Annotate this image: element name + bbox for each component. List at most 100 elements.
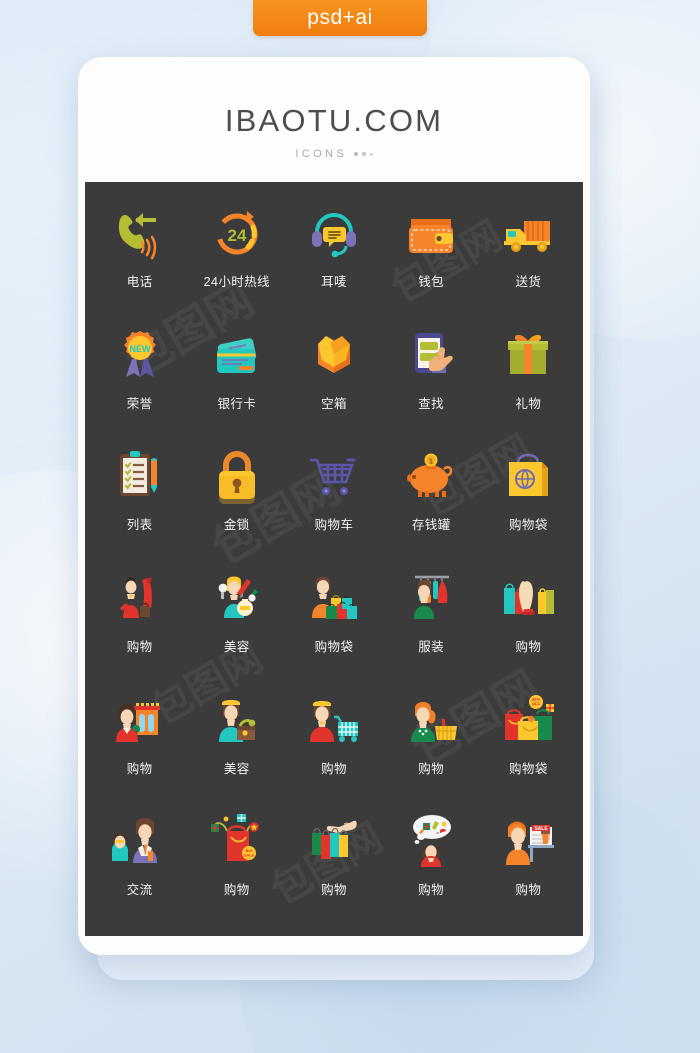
woman-many-bags-icon[interactable] <box>303 567 365 629</box>
icon-label: 购物车 <box>314 518 354 533</box>
icon-label: 查找 <box>418 396 445 411</box>
shopping-cart-icon[interactable] <box>303 445 365 507</box>
icon-label: 购物袋 <box>509 761 548 776</box>
icon-label: 购物 <box>418 761 445 776</box>
icon-label: 24小时热线 <box>203 275 270 289</box>
woman-basket-icon[interactable] <box>400 689 462 751</box>
icon-cell[interactable]: 空箱 <box>285 318 382 440</box>
icon-label: 购物 <box>515 883 542 898</box>
icon-cell[interactable]: 交流 <box>91 804 188 926</box>
icon-cell[interactable]: 购物袋 <box>480 439 577 561</box>
checklist-clipboard-icon[interactable] <box>109 445 171 507</box>
clerk-customer-icon[interactable] <box>109 810 171 872</box>
icon-cell[interactable]: 购物车 <box>285 439 382 561</box>
icon-label: 美容 <box>223 761 250 776</box>
dots-icon <box>354 152 373 156</box>
icon-label: 购物 <box>126 761 153 776</box>
gold-padlock-icon[interactable] <box>206 445 268 507</box>
tablet-search-hand-icon[interactable] <box>400 324 462 386</box>
icon-label: 购物 <box>418 883 445 898</box>
icon-cell[interactable]: 电话 <box>91 196 188 318</box>
icon-label: 购物袋 <box>314 639 354 654</box>
clothes-rack-icon[interactable] <box>400 567 462 629</box>
psd-ai-badge-label: psd+ai <box>307 6 373 29</box>
woman-trolley-icon[interactable] <box>303 689 365 751</box>
new-award-ribbon-icon[interactable]: NEW <box>109 324 171 386</box>
icon-cell[interactable]: 1 存钱罐 <box>383 439 480 561</box>
hand-holding-bags-icon[interactable] <box>303 810 365 872</box>
svg-text:24: 24 <box>227 226 246 245</box>
woman-grocery-bag-icon[interactable] <box>206 689 268 751</box>
icon-cell[interactable]: 美容 <box>188 683 285 805</box>
page-subtitle-label: ICONS <box>295 148 348 160</box>
icon-cell[interactable]: 购物 <box>91 683 188 805</box>
icon-label: 购物 <box>321 761 347 776</box>
icon-label: 美容 <box>223 639 250 654</box>
bags-shoes-icon[interactable] <box>497 567 559 629</box>
icon-cell[interactable]: 钱包 <box>383 196 480 318</box>
woman-cosmetics-icon[interactable] <box>206 567 268 629</box>
icon-cell[interactable]: 购物 <box>383 804 480 926</box>
svg-text:SALE: SALE <box>243 853 254 858</box>
icon-panel: 包图网 包图网 包图网 包图网 包图网 包图网 包图网 电话 24 24小时热线 耳唛… <box>85 182 583 936</box>
page-subtitle: ICONS <box>295 148 373 160</box>
hotline-24h-icon[interactable]: 24 <box>206 202 268 264</box>
icon-cell[interactable]: 30% OFF 购物袋 <box>480 683 577 805</box>
icon-cell[interactable]: 金锁 <box>188 439 285 561</box>
psd-ai-badge: psd+ai <box>253 0 427 36</box>
icon-cell[interactable]: 24 24小时热线 <box>188 196 285 318</box>
icon-cell[interactable]: 礼物 <box>480 318 577 440</box>
delivery-truck-icon[interactable] <box>497 202 559 264</box>
wallet-icon[interactable] <box>400 202 462 264</box>
icon-cell[interactable]: 购物 <box>285 804 382 926</box>
piggy-bank-coin-icon[interactable]: 1 <box>400 445 462 507</box>
page-title: IBAOTU.COM <box>224 103 444 138</box>
icon-cell[interactable]: 服装 <box>383 561 480 683</box>
globe-shopping-bag-icon[interactable] <box>497 445 559 507</box>
icon-cell[interactable]: 购物 <box>285 683 382 805</box>
icon-label: 购物 <box>223 883 250 898</box>
icon-label: 礼物 <box>515 396 542 411</box>
icon-cell[interactable]: BIG SALE 购物 <box>188 804 285 926</box>
icon-label: 购物 <box>126 639 153 654</box>
man-sale-desk-icon[interactable]: SALE <box>497 810 559 872</box>
headset-chat-icon[interactable] <box>303 202 365 264</box>
woman-dress-handbag-icon[interactable] <box>109 567 171 629</box>
icon-cell[interactable]: 购物 <box>383 683 480 805</box>
icon-label: 送货 <box>515 275 542 289</box>
icon-label: 购物 <box>321 883 347 898</box>
icon-cell[interactable]: 购物袋 <box>285 561 382 683</box>
icon-label: 金锁 <box>223 518 250 533</box>
icon-label: 交流 <box>126 883 153 898</box>
bank-cards-icon[interactable] <box>206 324 268 386</box>
open-box-icon[interactable] <box>303 324 365 386</box>
icon-label: 存钱罐 <box>411 518 451 533</box>
woman-thought-bubble-icon[interactable] <box>400 810 462 872</box>
icon-cell[interactable]: 美容 <box>188 561 285 683</box>
icon-label: 荣誉 <box>126 396 153 411</box>
icon-grid: 电话 24 24小时热线 耳唛 钱包 送货 NEW 荣誉 银行卡 空箱 查找 礼物列表 金锁 购物车 1 存钱… <box>85 182 583 936</box>
icon-cell[interactable]: 银行卡 <box>188 318 285 440</box>
svg-text:NEW: NEW <box>129 344 151 354</box>
sale-bags-icon[interactable]: 30% OFF <box>497 689 559 751</box>
icon-label: 电话 <box>126 275 153 289</box>
icon-cell[interactable]: 购物 <box>91 561 188 683</box>
icon-cell[interactable]: 查找 <box>383 318 480 440</box>
red-sale-bag-icon[interactable]: BIG SALE <box>206 810 268 872</box>
icon-label: 服装 <box>418 639 445 654</box>
card-header: IBAOTU.COM ICONS <box>78 57 590 182</box>
icon-cell[interactable]: NEW 荣誉 <box>91 318 188 440</box>
icon-cell[interactable]: SALE 购物 <box>480 804 577 926</box>
svg-text:OFF: OFF <box>532 701 541 706</box>
gift-box-icon[interactable] <box>497 324 559 386</box>
phone-callback-icon[interactable] <box>109 202 171 264</box>
icon-cell[interactable]: 送货 <box>480 196 577 318</box>
icon-cell[interactable]: 耳唛 <box>285 196 382 318</box>
icon-label: 列表 <box>126 518 153 533</box>
icon-label: 钱包 <box>418 275 445 289</box>
woman-storefront-icon[interactable] <box>109 689 171 751</box>
svg-text:1: 1 <box>429 459 433 466</box>
icon-cell[interactable]: 购物 <box>480 561 577 683</box>
icon-label: 购物袋 <box>509 518 548 533</box>
icon-cell[interactable]: 列表 <box>91 439 188 561</box>
